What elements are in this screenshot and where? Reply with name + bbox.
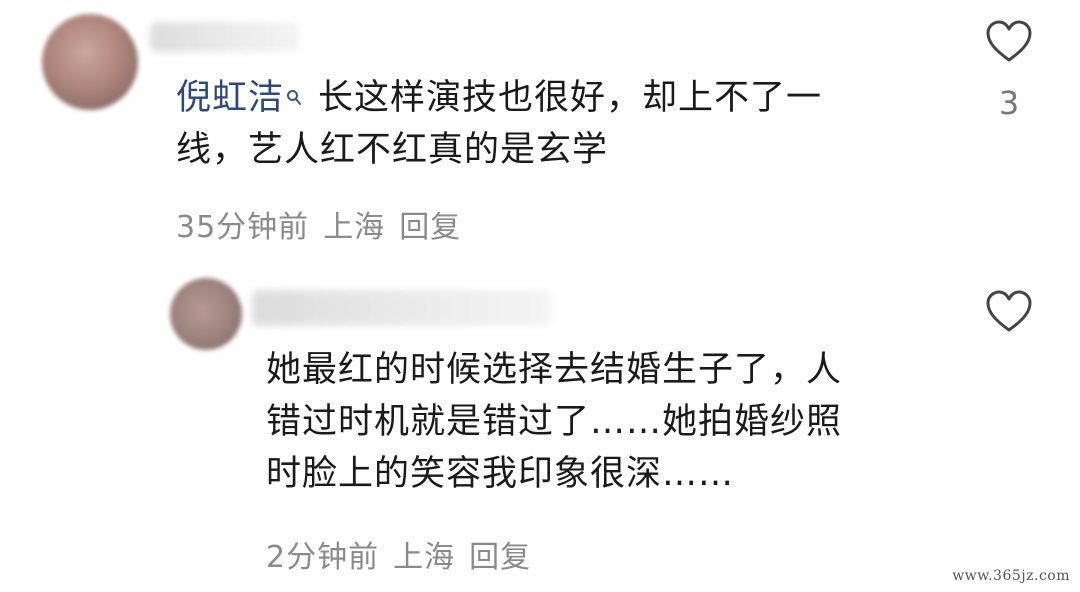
comment-meta: 2分钟前 上海 回复 xyxy=(266,532,545,576)
comment-text-line: 时脸上的笑容我印象很深…… xyxy=(266,454,735,494)
username-blurred[interactable] xyxy=(252,290,552,326)
comment-text-line: 错过时机就是错过了……她拍婚纱照 xyxy=(266,402,843,442)
comment-text-line: 长这样演技也很好，却上不了一 xyxy=(318,78,823,118)
like-button[interactable] xyxy=(985,20,1033,64)
avatar[interactable] xyxy=(170,278,242,350)
heart-icon xyxy=(986,290,1032,332)
search-icon[interactable] xyxy=(286,76,302,128)
like-count: 3 xyxy=(998,84,1020,122)
like-button[interactable] xyxy=(985,290,1033,334)
comment-text-line: 她最红的时候选择去结婚生子了，人 xyxy=(266,350,843,390)
comment-time: 35分钟前 xyxy=(176,210,310,245)
comment-body: 倪虹洁 长这样演技也很好，却上不了一 线，艺人红不红真的是玄学 xyxy=(176,72,936,176)
reply-button[interactable]: 回复 xyxy=(469,540,531,575)
username-blurred[interactable] xyxy=(150,22,300,52)
author-mention[interactable]: 倪虹洁 xyxy=(176,78,284,118)
watermark: www.365jz.com xyxy=(952,568,1070,584)
avatar[interactable] xyxy=(42,14,138,110)
comment-text-line: 线，艺人红不红真的是玄学 xyxy=(176,130,609,170)
comment-time: 2分钟前 xyxy=(266,540,380,575)
comment-location: 上海 xyxy=(323,210,386,245)
reply-button[interactable]: 回复 xyxy=(399,210,461,245)
comment-meta: 35分钟前 上海 回复 xyxy=(176,202,475,246)
comment-location: 上海 xyxy=(393,540,456,575)
comment-body: 她最红的时候选择去结婚生子了，人 错过时机就是错过了……她拍婚纱照 时脸上的笑容… xyxy=(266,344,926,500)
heart-icon xyxy=(986,20,1032,62)
